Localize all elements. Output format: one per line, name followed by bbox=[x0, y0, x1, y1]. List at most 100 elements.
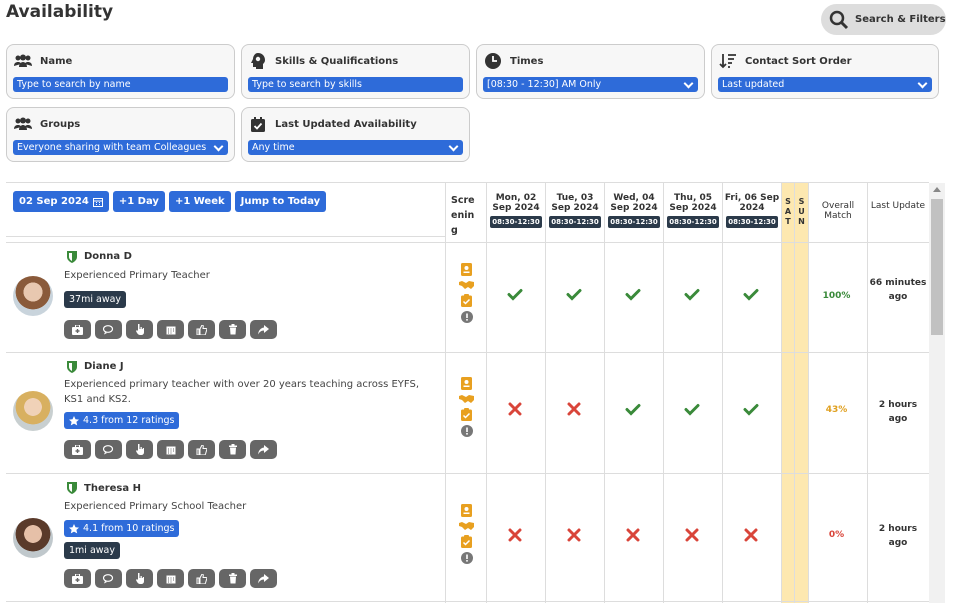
delete-button[interactable] bbox=[219, 569, 246, 588]
match-percentage: 43% bbox=[825, 405, 848, 415]
calendar-button[interactable] bbox=[157, 320, 184, 339]
chat-icon bbox=[102, 444, 113, 454]
pointer-hand-icon bbox=[135, 444, 144, 455]
screening-icons bbox=[459, 377, 474, 437]
thumbs-up-button[interactable] bbox=[188, 320, 215, 339]
share-button[interactable] bbox=[250, 320, 277, 339]
medkit-button[interactable] bbox=[64, 569, 91, 588]
users-icon bbox=[13, 114, 33, 134]
skills-filter: Skills & Qualifications Type to search b… bbox=[241, 44, 470, 99]
avatar[interactable] bbox=[13, 518, 53, 558]
search-filters-button[interactable]: Search & Filters bbox=[821, 4, 946, 35]
available-check-icon[interactable] bbox=[507, 286, 523, 302]
clipboard-check-icon bbox=[461, 408, 472, 421]
groups-filter: Groups Everyone sharing with team Collea… bbox=[6, 107, 235, 162]
plus-one-week-button[interactable]: +1 Week bbox=[168, 191, 231, 212]
unavailable-cross-icon[interactable] bbox=[684, 527, 700, 543]
plus-one-day-button[interactable]: +1 Day bbox=[112, 191, 165, 212]
contact-name[interactable]: Theresa H bbox=[84, 483, 141, 494]
date-picker-label: 02 Sep 2024 bbox=[19, 196, 89, 207]
rating-text: 4.3 from 12 ratings bbox=[83, 415, 175, 426]
share-arrow-icon bbox=[258, 573, 269, 583]
shield-icon bbox=[67, 361, 77, 373]
delete-button[interactable] bbox=[219, 320, 246, 339]
sort-select[interactable]: Last updated bbox=[718, 77, 932, 92]
medkit-button[interactable] bbox=[64, 440, 91, 459]
day-header-line1: Mon, 02 bbox=[495, 193, 537, 203]
vertical-scrollbar[interactable] bbox=[929, 183, 945, 603]
available-check-icon[interactable] bbox=[743, 286, 759, 302]
clipboard-check-icon bbox=[461, 294, 472, 307]
message-button[interactable] bbox=[95, 320, 122, 339]
delete-button[interactable] bbox=[219, 440, 246, 459]
time-badge: 08:30-12:30 bbox=[726, 216, 778, 228]
book-button[interactable] bbox=[126, 320, 153, 339]
handshake-icon bbox=[459, 281, 474, 289]
sort-filter: Contact Sort Order Last updated bbox=[711, 44, 939, 99]
medkit-icon bbox=[72, 324, 83, 335]
calendar-button[interactable] bbox=[157, 569, 184, 588]
star-icon bbox=[69, 415, 79, 425]
medkit-button[interactable] bbox=[64, 320, 91, 339]
action-buttons bbox=[64, 569, 277, 588]
thumbs-up-icon bbox=[196, 324, 207, 335]
avatar[interactable] bbox=[13, 276, 53, 316]
message-button[interactable] bbox=[95, 569, 122, 588]
avatar[interactable] bbox=[13, 391, 53, 431]
table-row: Theresa H Experienced Primary School Tea… bbox=[6, 473, 929, 601]
calendar-icon bbox=[92, 197, 103, 207]
day-header-line2: 2024 bbox=[739, 203, 765, 213]
share-button[interactable] bbox=[250, 440, 277, 459]
unavailable-cross-icon[interactable] bbox=[507, 527, 523, 543]
book-button[interactable] bbox=[126, 440, 153, 459]
available-check-icon[interactable] bbox=[684, 401, 700, 417]
distance-badge: 1mi away bbox=[64, 542, 120, 559]
available-check-icon[interactable] bbox=[625, 401, 641, 417]
share-button[interactable] bbox=[250, 569, 277, 588]
contact-description: Experienced Primary School Teacher bbox=[64, 501, 247, 512]
available-check-icon[interactable] bbox=[625, 286, 641, 302]
match-percentage: 0% bbox=[828, 530, 845, 540]
day-header-line2: Sep 2024 bbox=[492, 203, 540, 213]
unavailable-cross-icon[interactable] bbox=[625, 527, 641, 543]
day-header: Tue, 03 Sep 2024 08:30-12:30 bbox=[546, 193, 604, 228]
last-updated-select[interactable]: Any time bbox=[248, 140, 463, 155]
available-check-icon[interactable] bbox=[566, 286, 582, 302]
book-button[interactable] bbox=[126, 569, 153, 588]
medkit-icon bbox=[72, 444, 83, 455]
name-search-input[interactable]: Type to search by name bbox=[13, 77, 228, 92]
contact-name[interactable]: Diane J bbox=[84, 361, 124, 372]
calendar-button[interactable] bbox=[157, 440, 184, 459]
unavailable-cross-icon[interactable] bbox=[566, 527, 582, 543]
day-header: Fri, 06 Sep 2024 08:30-12:30 bbox=[723, 193, 781, 228]
thumbs-up-button[interactable] bbox=[188, 440, 215, 459]
trash-icon bbox=[228, 444, 237, 455]
times-select[interactable]: [08:30 - 12:30] AM Only bbox=[483, 77, 698, 92]
day-header-line2: Sep 2024 bbox=[610, 203, 658, 213]
scroll-thumb[interactable] bbox=[931, 199, 943, 335]
info-circle-icon bbox=[460, 552, 473, 564]
available-check-icon[interactable] bbox=[743, 401, 759, 417]
unavailable-cross-icon[interactable] bbox=[507, 401, 523, 417]
date-picker-button[interactable]: 02 Sep 2024 bbox=[13, 191, 109, 212]
calendar-check-icon bbox=[248, 114, 268, 134]
jump-to-today-button[interactable]: Jump to Today bbox=[234, 191, 327, 212]
message-button[interactable] bbox=[95, 440, 122, 459]
screening-header: Scre enin g bbox=[446, 193, 486, 238]
thumbs-up-button[interactable] bbox=[188, 569, 215, 588]
unavailable-cross-icon[interactable] bbox=[566, 401, 582, 417]
action-buttons bbox=[64, 440, 277, 459]
scroll-up-arrow[interactable] bbox=[933, 187, 941, 192]
rating-text: 4.1 from 10 ratings bbox=[83, 523, 175, 534]
day-header-line1: Wed, 04 bbox=[613, 193, 655, 203]
skills-search-input[interactable]: Type to search by skills bbox=[248, 77, 463, 92]
available-check-icon[interactable] bbox=[684, 286, 700, 302]
unavailable-cross-icon[interactable] bbox=[743, 527, 759, 543]
distance-badge: 37mi away bbox=[64, 291, 127, 308]
clipboard-check-icon bbox=[461, 535, 472, 548]
times-filter-label: Times bbox=[510, 55, 544, 67]
groups-select[interactable]: Everyone sharing with team Colleagues bbox=[13, 140, 228, 155]
rating-badge: 4.1 from 10 ratings bbox=[64, 520, 180, 537]
contact-name[interactable]: Donna D bbox=[84, 251, 132, 262]
day-header: Mon, 02 Sep 2024 08:30-12:30 bbox=[487, 193, 545, 228]
